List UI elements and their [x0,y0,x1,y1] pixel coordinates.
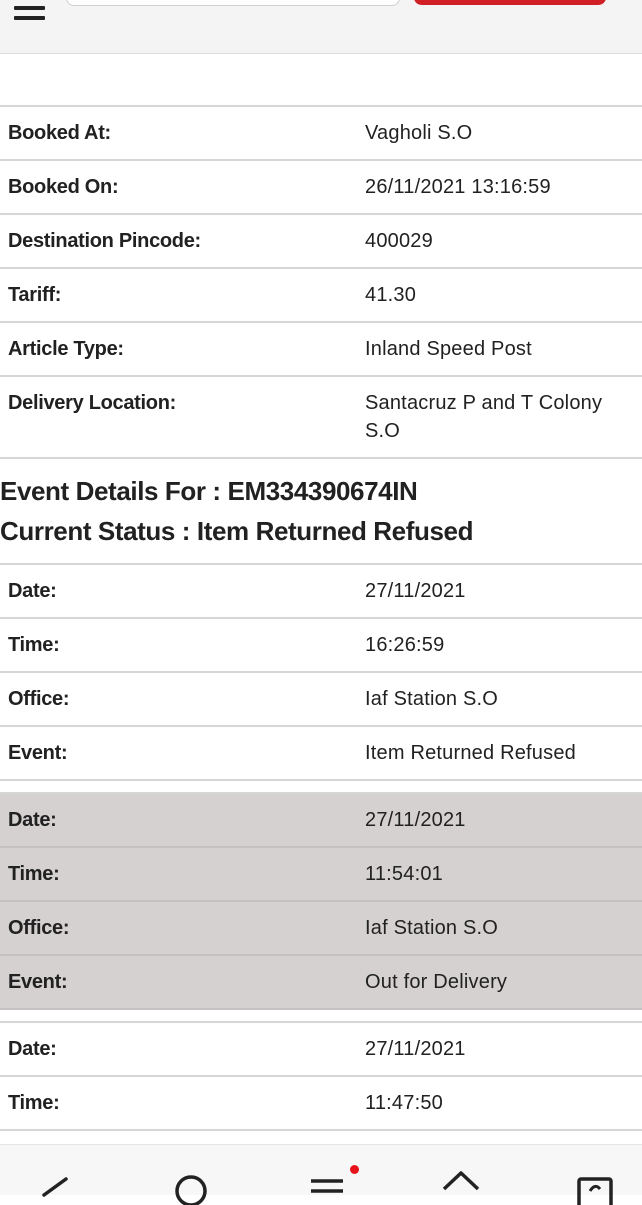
row-value: Item Returned Refused [357,726,642,781]
row-value: 11:54:01 [357,847,642,902]
notification-dot [350,1165,359,1174]
row-label: Event: [0,726,357,781]
table-row: Date: 27/11/2021 [0,793,642,848]
row-label: Time: [0,618,357,673]
table-row: Time: 11:47:50 [0,1076,642,1131]
row-value: 27/11/2021 [357,564,642,619]
row-label: Date: [0,1022,357,1077]
event-table-1: Date: 27/11/2021 Time: 16:26:59 Office: … [0,563,642,781]
top-bar [0,0,642,54]
search-field[interactable] [66,0,400,6]
row-value: 11:47:50 [357,1076,642,1131]
row-label: Time: [0,1076,357,1131]
tracking-content: Booked At: Vagholi S.O Booked On: 26/11/… [0,105,642,1185]
table-row: Event: Out for Delivery [0,955,642,1010]
row-value: Iaf Station S.O [357,901,642,956]
table-row: Article Type: Inland Speed Post [0,322,642,377]
table-row: Booked On: 26/11/2021 13:16:59 [0,160,642,215]
table-row: Time: 11:54:01 [0,847,642,902]
row-value: Inland Speed Post [357,322,642,377]
row-value: 16:26:59 [357,618,642,673]
search-icon[interactable] [170,1165,210,1205]
table-row: Time: 16:26:59 [0,618,642,673]
row-label: Date: [0,793,357,848]
row-label: Tariff: [0,268,357,323]
booking-details-table: Booked At: Vagholi S.O Booked On: 26/11/… [0,105,642,459]
row-value: Vagholi S.O [357,106,642,161]
row-label: Date: [0,564,357,619]
row-value: 41.30 [357,268,642,323]
back-chevron-icon[interactable] [36,1165,76,1205]
row-value: Out for Delivery [357,955,642,1010]
row-label: Office: [0,901,357,956]
row-value: Santacruz P and T Colony S.O [357,376,642,459]
event-details-title: Event Details For : EM334390674IN [0,476,418,506]
row-value: 26/11/2021 13:16:59 [357,160,642,215]
submit-button[interactable] [414,0,606,5]
row-label: Event: [0,955,357,1010]
table-row: Office: Iaf Station S.O [0,901,642,956]
table-row: Date: 27/11/2021 [0,1022,642,1077]
row-value: 27/11/2021 [357,1022,642,1077]
help-icon[interactable] [576,1165,616,1205]
table-row: Event: Item Returned Refused [0,726,642,781]
table-row: Office: Iaf Station S.O [0,672,642,727]
row-label: Article Type: [0,322,357,377]
table-row: Date: 27/11/2021 [0,564,642,619]
event-details-heading: Event Details For : EM334390674IN Curren… [0,459,642,563]
hamburger-icon[interactable] [14,0,46,26]
table-row: Destination Pincode: 400029 [0,214,642,269]
row-label: Office: [0,672,357,727]
table-row: Delivery Location: Santacruz P and T Col… [0,376,642,459]
row-value: 27/11/2021 [357,793,642,848]
current-status: Current Status : Item Returned Refused [0,516,474,546]
event-table-2: Date: 27/11/2021 Time: 11:54:01 Office: … [0,792,642,1010]
table-row: Booked At: Vagholi S.O [0,106,642,161]
row-value: 400029 [357,214,642,269]
row-label: Destination Pincode: [0,214,357,269]
home-icon[interactable] [441,1165,481,1205]
row-label: Booked On: [0,160,357,215]
row-label: Booked At: [0,106,357,161]
row-label: Delivery Location: [0,376,357,459]
table-row: Tariff: 41.30 [0,268,642,323]
row-value: Iaf Station S.O [357,672,642,727]
bottom-navigation-bar [0,1144,642,1205]
tabs-menu-icon[interactable] [307,1165,347,1205]
row-label: Time: [0,847,357,902]
